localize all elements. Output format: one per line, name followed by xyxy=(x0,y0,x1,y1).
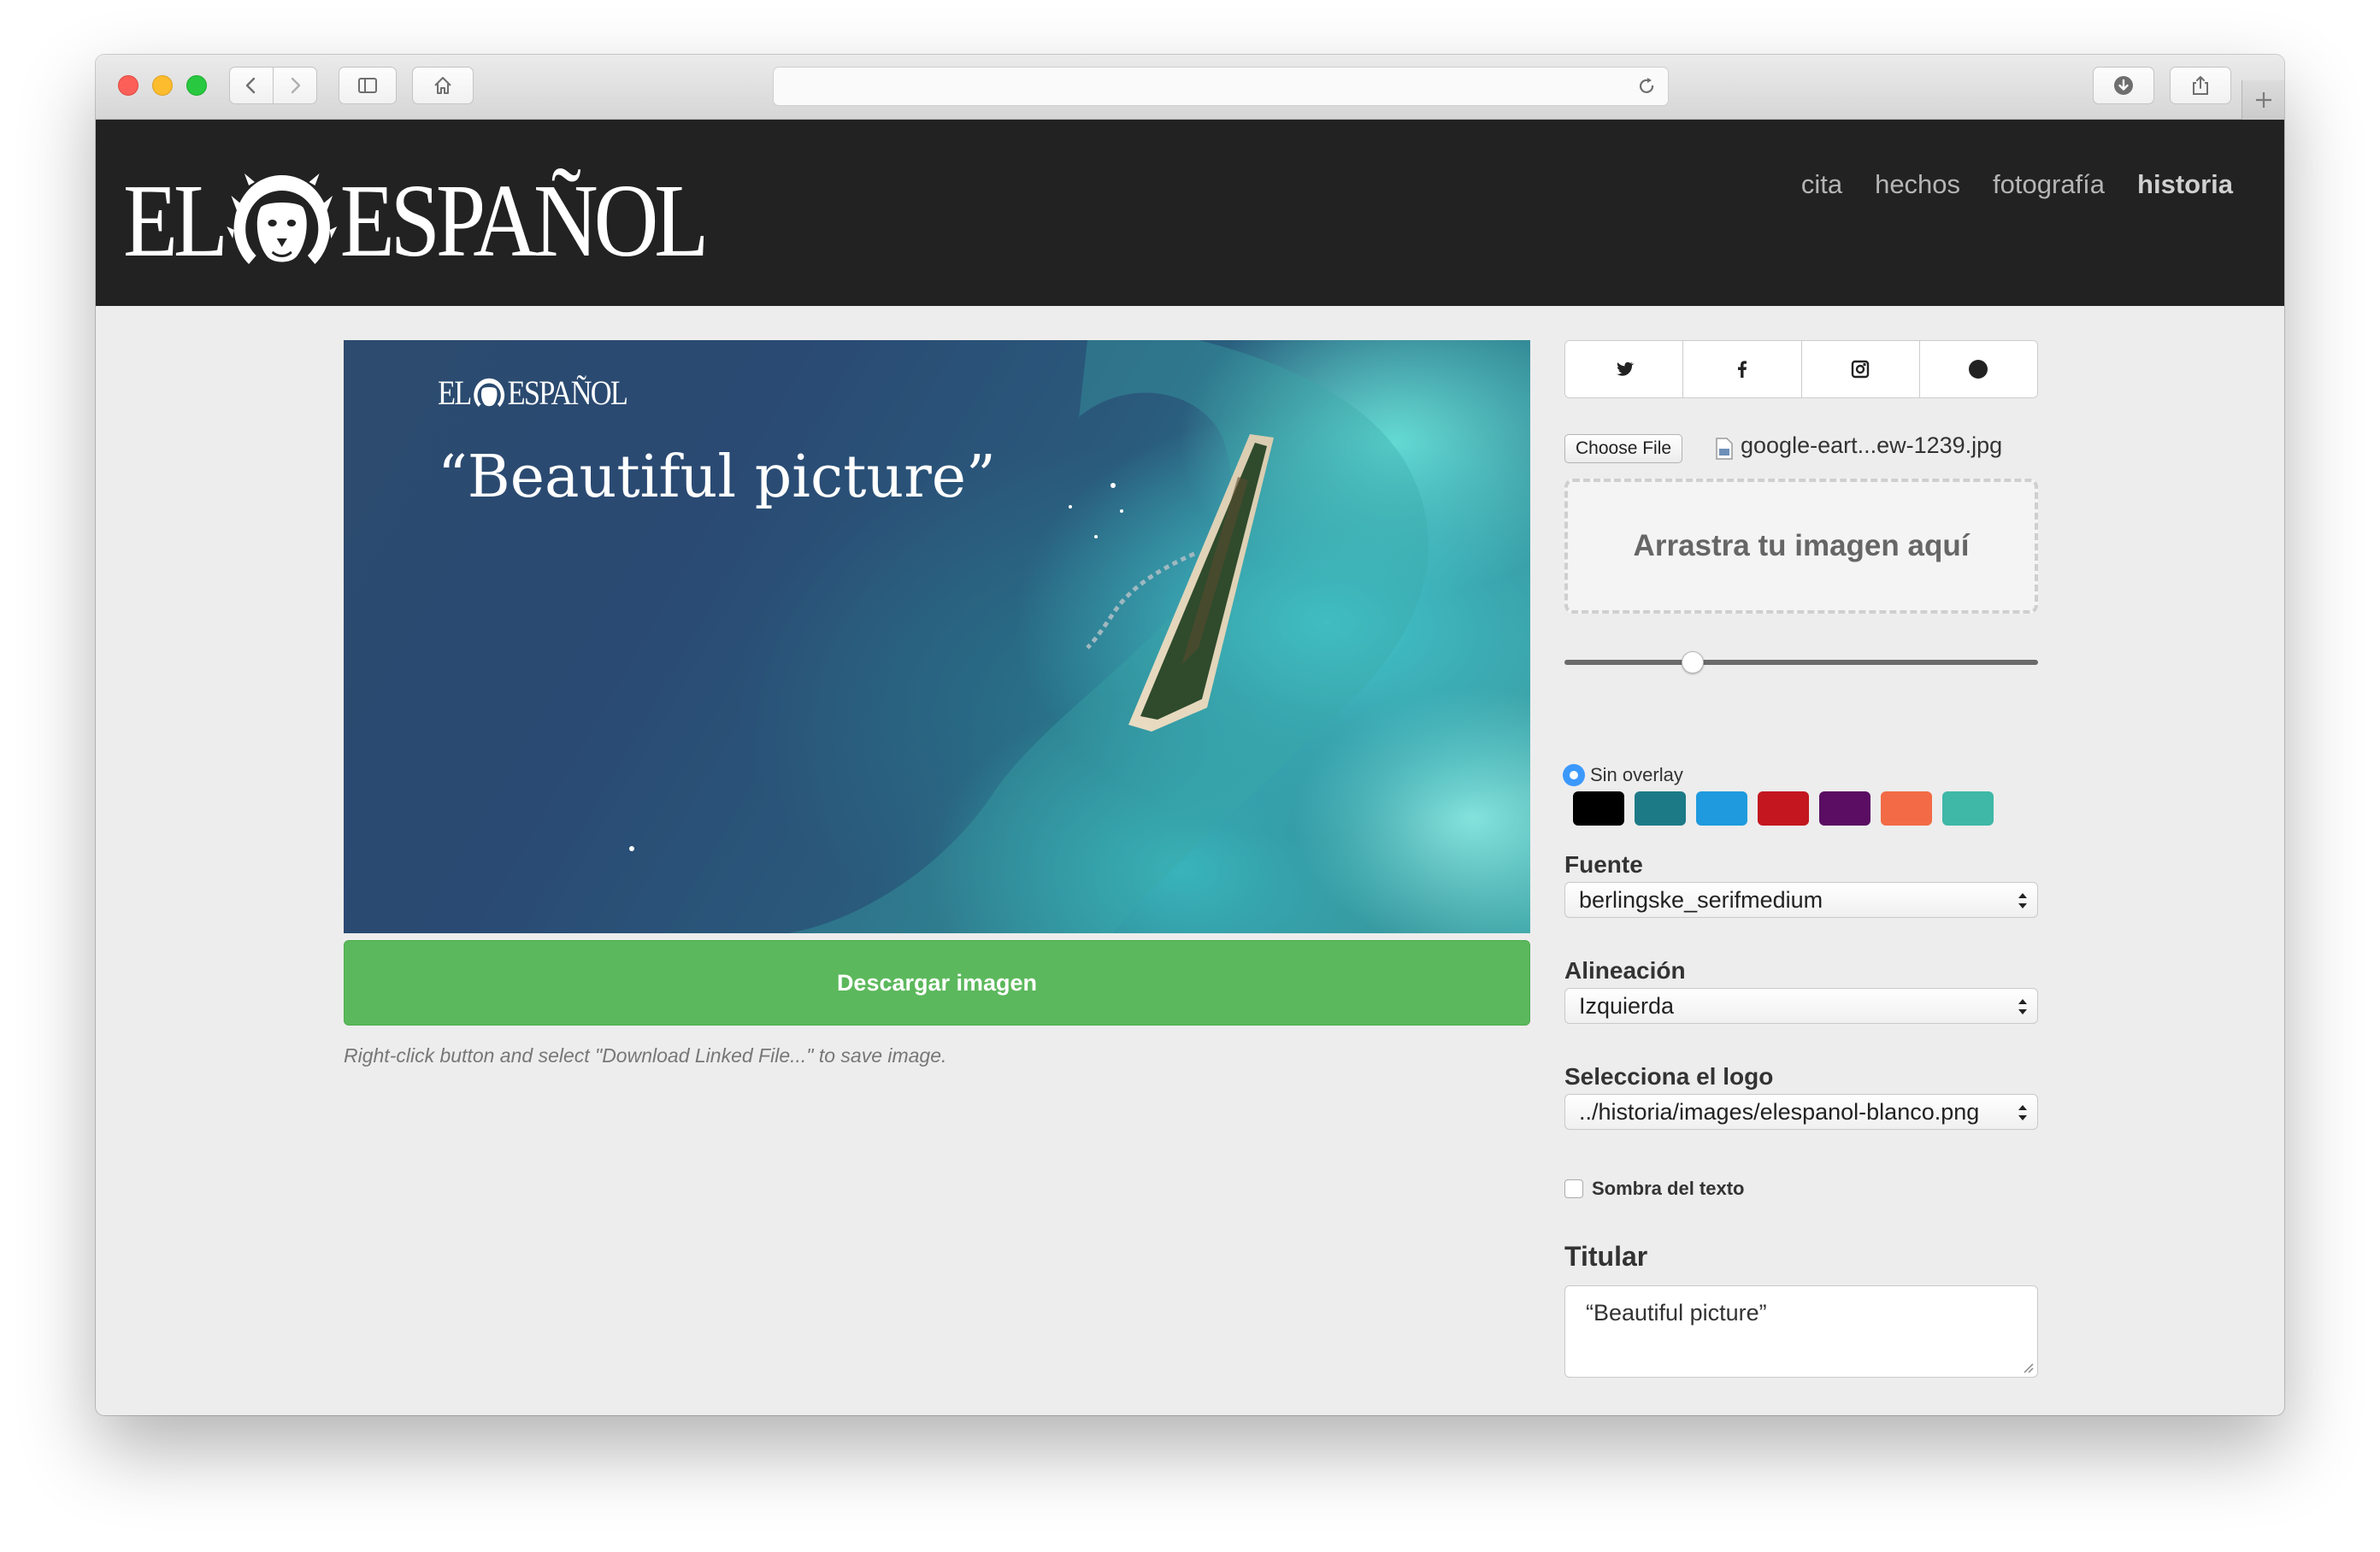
overlay-swatches xyxy=(1573,791,1994,826)
zoom-window-button[interactable] xyxy=(186,75,207,96)
overlay-label: Sin overlay xyxy=(1590,764,1683,785)
back-button[interactable] xyxy=(229,67,274,104)
slider-track xyxy=(1564,660,2038,665)
nav-cita[interactable]: cita xyxy=(1801,169,1842,200)
choose-file-button[interactable]: Choose File xyxy=(1564,434,1683,463)
logo-select-value: ../historia/images/elespanol-blanco.png xyxy=(1579,1098,1980,1125)
headline-label: Titular xyxy=(1564,1241,1648,1272)
close-window-button[interactable] xyxy=(118,75,138,96)
overlay-swatch-2[interactable] xyxy=(1635,791,1686,826)
format-buttons xyxy=(1564,340,2038,398)
font-select-value: berlingske_serifmedium xyxy=(1579,886,1823,913)
site-header: EL ESPAÑOL cita hechos fotografía histor… xyxy=(96,120,2284,306)
browser-window: EL ESPAÑOL cita hechos fotografía histor… xyxy=(96,55,2284,1415)
zoom-slider[interactable] xyxy=(1564,650,2038,675)
preview-image: EL ESPAÑOL “Beautiful picture” xyxy=(344,340,1530,933)
selected-file-name: google-eart...ew-1239.jpg xyxy=(1741,432,2003,458)
reload-icon[interactable] xyxy=(1635,75,1658,97)
island-photo xyxy=(629,340,1429,933)
headline-textarea-value: “Beautiful picture” xyxy=(1586,1300,1767,1326)
overlay-swatch-1[interactable] xyxy=(1573,791,1624,826)
instagram-icon xyxy=(1851,360,1870,379)
lion-icon xyxy=(474,378,505,407)
align-label: Alineación xyxy=(1564,957,1686,984)
nav-historia[interactable]: historia xyxy=(2137,169,2233,200)
logo-select[interactable]: ../historia/images/elespanol-blanco.png xyxy=(1564,1094,2038,1130)
image-dropzone[interactable]: Arrastra tu imagen aquí xyxy=(1564,479,2038,614)
text-shadow-label: Sombra del texto xyxy=(1592,1178,1745,1199)
logo-text-espanol: ESPAÑOL xyxy=(339,163,710,279)
overlay-swatch-4[interactable] xyxy=(1758,791,1809,826)
twitter-icon xyxy=(1616,362,1634,376)
overlay-option[interactable]: Sin overlay xyxy=(1563,764,1683,786)
forward-button[interactable] xyxy=(273,67,317,104)
logo-select-label: Selecciona el logo xyxy=(1564,1063,1774,1090)
font-select[interactable]: berlingske_serifmedium xyxy=(1564,882,2038,918)
overlay-swatch-7[interactable] xyxy=(1942,791,1994,826)
chevron-right-icon xyxy=(291,77,301,94)
text-shadow-checkbox[interactable] xyxy=(1564,1179,1583,1198)
share-button[interactable] xyxy=(2170,67,2231,104)
site-logo[interactable]: EL ESPAÑOL xyxy=(123,163,710,279)
preview-logo: EL ESPAÑOL xyxy=(438,373,628,412)
headline-textarea[interactable]: “Beautiful picture” xyxy=(1564,1285,2038,1378)
preview-logo-espanol: ESPAÑOL xyxy=(507,373,628,412)
preview-logo-el: EL xyxy=(438,373,472,412)
align-select[interactable]: Izquierda xyxy=(1564,988,2038,1024)
text-shadow-option[interactable]: Sombra del texto xyxy=(1564,1178,1744,1200)
logo-text-el: EL xyxy=(123,163,228,279)
download-image-button[interactable]: Descargar imagen xyxy=(344,940,1530,1026)
select-arrows-icon xyxy=(2018,1105,2027,1120)
address-bar[interactable] xyxy=(773,67,1669,106)
overlay-radio[interactable] xyxy=(1563,764,1585,786)
select-arrows-icon xyxy=(2018,893,2027,908)
home-icon xyxy=(434,77,451,94)
new-tab-button[interactable] xyxy=(2242,80,2284,120)
download-icon xyxy=(2114,76,2133,95)
nav-fotografia[interactable]: fotografía xyxy=(1993,169,2105,200)
main-nav: cita hechos fotografía historia xyxy=(1801,169,2233,200)
sidebar-icon xyxy=(358,78,377,93)
circle-format-button[interactable] xyxy=(1919,341,2037,397)
align-select-value: Izquierda xyxy=(1579,992,1675,1019)
share-icon xyxy=(2193,76,2208,95)
plus-icon xyxy=(2255,92,2271,108)
font-label: Fuente xyxy=(1564,851,1643,878)
circle-icon xyxy=(1969,360,1988,379)
nav-hechos[interactable]: hechos xyxy=(1875,169,1960,200)
sidebar-toggle-button[interactable] xyxy=(339,67,397,104)
lion-icon xyxy=(227,173,338,264)
twitter-format-button[interactable] xyxy=(1565,341,1684,397)
preview-headline: “Beautiful picture” xyxy=(438,444,996,511)
facebook-format-button[interactable] xyxy=(1683,341,1802,397)
file-icon xyxy=(1716,438,1733,460)
slider-thumb[interactable] xyxy=(1681,651,1704,673)
select-arrows-icon xyxy=(2018,999,2027,1014)
overlay-swatch-3[interactable] xyxy=(1696,791,1747,826)
overlay-swatch-5[interactable] xyxy=(1819,791,1870,826)
facebook-icon xyxy=(1737,361,1747,378)
downloads-button[interactable] xyxy=(2093,67,2154,104)
chevron-left-icon xyxy=(245,77,256,94)
download-hint: Right-click button and select "Download … xyxy=(344,1044,947,1067)
resize-grip-icon[interactable] xyxy=(2022,1361,2034,1373)
minimize-window-button[interactable] xyxy=(152,75,173,96)
home-button[interactable] xyxy=(412,67,474,104)
instagram-format-button[interactable] xyxy=(1801,341,1920,397)
browser-toolbar xyxy=(96,55,2284,120)
overlay-swatch-6[interactable] xyxy=(1881,791,1932,826)
